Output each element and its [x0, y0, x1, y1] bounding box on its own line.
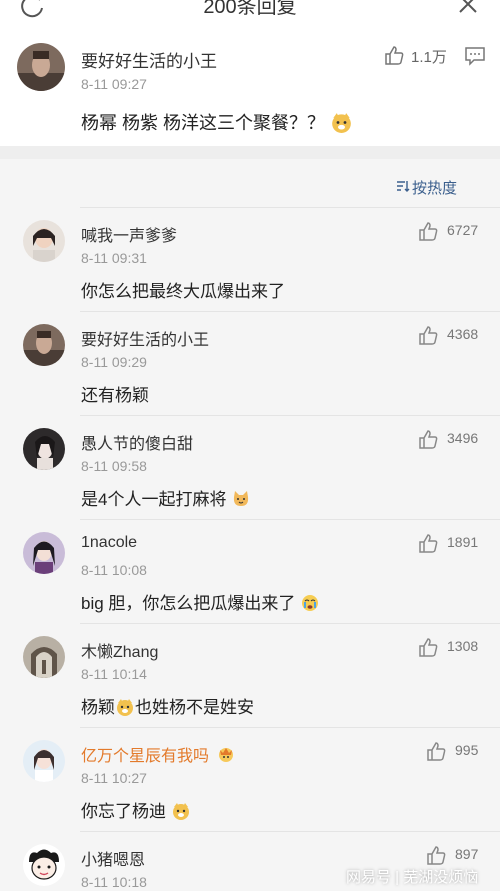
like-icon[interactable] — [417, 220, 439, 242]
main-post: 要好好生活的小王 8-11 09:27 杨幂 杨紫 杨洋这三个聚餐？？ 1.1万 — [0, 30, 500, 150]
comment-time: 8-11 09:31 — [81, 250, 147, 266]
like-icon[interactable] — [383, 44, 405, 66]
like-count: 6727 — [447, 222, 479, 238]
cat-emoji-icon — [234, 491, 249, 506]
comment-username-text: 亿万个星辰有我吗 — [81, 748, 210, 765]
doge-emoji-icon — [172, 803, 189, 820]
comment-content: 杨颖 也姓杨不是姓安 — [81, 693, 254, 718]
comment-content-text: 你忘了杨迪 — [81, 802, 166, 821]
comment-time: 8-11 10:18 — [81, 874, 147, 890]
like-icon[interactable] — [417, 532, 439, 554]
comment-icon[interactable] — [464, 46, 486, 66]
comment-username[interactable]: 亿万个星辰有我吗 — [81, 742, 236, 766]
like-icon[interactable] — [417, 324, 439, 346]
comment-content: 还有杨颖 — [81, 386, 149, 405]
replies-section: 按热度 喊我一声爹爹 8-11 09:31 你怎么把最终大瓜爆出来了 6727 — [0, 159, 500, 891]
sort-icon[interactable] — [396, 179, 410, 193]
avatar[interactable] — [23, 636, 65, 678]
avatar[interactable] — [23, 220, 65, 262]
like-icon[interactable] — [425, 844, 447, 866]
like-count: 1308 — [447, 638, 479, 654]
comment-time: 8-11 10:27 — [81, 770, 147, 786]
like-count: 3496 — [447, 430, 479, 446]
doge-emoji-icon — [117, 699, 133, 716]
top-bar: 200条回复 — [0, 0, 500, 30]
comment-item: 愚人节的傻白甜 8-11 09:58 是4个人一起打麻将 3496 — [0, 415, 500, 519]
watermark: 网易号 | 芜湖没烦恼 — [346, 869, 479, 886]
comment-username[interactable]: 愚人节的傻白甜 — [81, 430, 193, 454]
comment-divider — [80, 831, 500, 832]
post-username[interactable]: 要好好生活的小王 — [81, 47, 217, 72]
page-title: 200条回复 — [203, 0, 297, 18]
comment-content: 你忘了杨迪 — [81, 797, 191, 822]
comment-content-text-a: 杨颖 — [81, 698, 115, 717]
comment-username[interactable]: 木懒Zhang — [81, 638, 158, 662]
avatar[interactable] — [17, 43, 65, 91]
comment-divider — [80, 207, 500, 208]
like-icon[interactable] — [417, 636, 439, 658]
comment-divider — [80, 311, 500, 312]
post-time: 8-11 09:27 — [81, 76, 147, 92]
comment-username[interactable]: 1nacole — [81, 534, 137, 552]
comment-divider — [80, 519, 500, 520]
sort-bar: 按热度 — [0, 159, 500, 207]
crown-badge-icon — [219, 748, 234, 762]
section-divider — [0, 146, 500, 159]
like-count: 4368 — [447, 326, 479, 342]
comment-content: 你怎么把最终大瓜爆出来了 — [81, 282, 285, 301]
like-icon[interactable] — [425, 740, 447, 762]
comment-username[interactable]: 小猪嗯恩 — [81, 846, 145, 870]
comment-item: 亿万个星辰有我吗 8-11 10:27 你忘了杨迪 995 — [0, 727, 500, 831]
comment-item: 木懒Zhang 8-11 10:14 杨颖 也姓杨不是姓安 1308 — [0, 623, 500, 727]
avatar[interactable] — [23, 428, 65, 470]
like-icon[interactable] — [417, 428, 439, 450]
comment-divider — [80, 623, 500, 624]
comment-time: 8-11 10:08 — [81, 562, 147, 578]
like-count: 897 — [455, 846, 479, 862]
comment-content: 是4个人一起打麻将 — [81, 485, 251, 510]
crying-emoji-icon — [302, 595, 319, 611]
doge-emoji-icon — [332, 113, 351, 133]
comment-time: 8-11 09:29 — [81, 354, 147, 370]
comment-time: 8-11 10:14 — [81, 666, 147, 682]
post-content: 杨幂 杨紫 杨洋这三个聚餐？？ — [81, 109, 353, 135]
comment-content-text: 是4个人一起打麻将 — [81, 490, 227, 509]
comment-item: 要好好生活的小王 8-11 09:29 还有杨颖 4368 — [0, 311, 500, 415]
avatar[interactable] — [23, 844, 65, 886]
close-icon[interactable] — [456, 0, 480, 16]
avatar[interactable] — [23, 532, 65, 574]
comment-item: 1nacole 8-11 10:08 big 胆，你怎么把瓜爆出来了 1891 — [0, 519, 500, 623]
sort-by-hot-button[interactable]: 按热度 — [412, 177, 457, 198]
comment-username[interactable]: 要好好生活的小王 — [81, 326, 209, 350]
comment-content-text: big 胆，你怎么把瓜爆出来了 — [81, 594, 296, 613]
like-count: 995 — [455, 742, 479, 758]
comment-divider — [80, 727, 500, 728]
like-count: 1.1万 — [411, 49, 447, 66]
comment-username[interactable]: 喊我一声爹爹 — [81, 222, 177, 246]
post-content-text: 杨幂 杨紫 杨洋这三个聚餐？？ — [81, 113, 326, 133]
like-count: 1891 — [447, 534, 479, 550]
comment-content: big 胆，你怎么把瓜爆出来了 — [81, 589, 320, 614]
comment-content-text-b: 也姓杨不是姓安 — [135, 698, 254, 717]
comment-item: 喊我一声爹爹 8-11 09:31 你怎么把最终大瓜爆出来了 6727 — [0, 207, 500, 311]
avatar[interactable] — [23, 740, 65, 782]
comment-time: 8-11 09:58 — [81, 458, 147, 474]
avatar[interactable] — [23, 324, 65, 366]
comment-divider — [80, 415, 500, 416]
